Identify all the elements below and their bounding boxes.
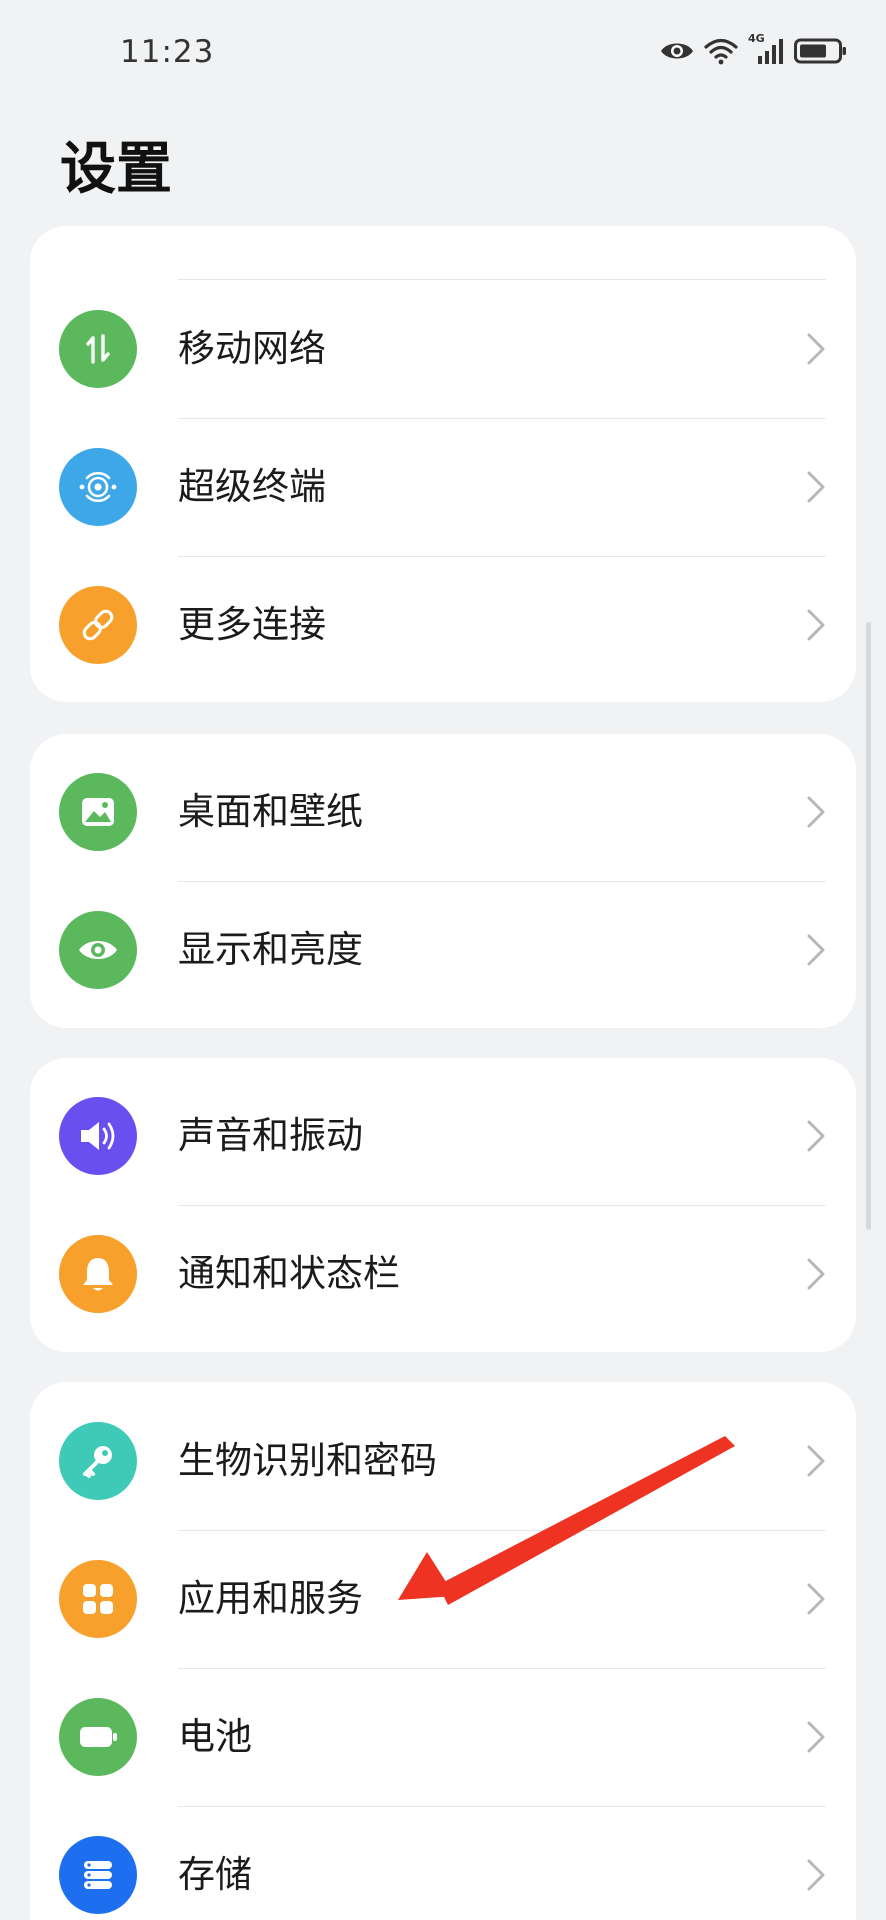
settings-item-storage[interactable]: 存储 — [30, 1806, 856, 1920]
key-icon — [59, 1422, 137, 1500]
chevron-right-icon — [807, 1583, 825, 1615]
settings-item-display-brightness[interactable]: 显示和亮度 — [30, 881, 856, 1019]
battery-icon — [59, 1698, 137, 1776]
settings-item-battery[interactable]: 电池 — [30, 1668, 856, 1806]
page-title: 设置 — [60, 137, 172, 202]
settings-item-label: 显示和亮度 — [178, 928, 363, 971]
status-icons: 4G — [660, 32, 848, 66]
chevron-right-icon — [807, 1120, 825, 1152]
chevron-right-icon — [807, 1721, 825, 1753]
cellular-signal-icon: 4G — [748, 32, 784, 66]
status-bar: 11:23 4G — [0, 0, 886, 110]
apps-icon — [59, 1560, 137, 1638]
settings-list[interactable]: 移动网络 超级终端 更多连接 桌面和壁纸 显示和亮度 声音和振动 通知和状态栏 … — [0, 226, 886, 1920]
battery-icon — [794, 38, 846, 64]
settings-item-label: 存储 — [178, 1853, 252, 1896]
settings-item-desktop-wallpaper[interactable]: 桌面和壁纸 — [30, 743, 856, 881]
settings-item-label: 移动网络 — [178, 327, 326, 370]
link-icon — [59, 586, 137, 664]
settings-item-label: 通知和状态栏 — [178, 1252, 400, 1295]
settings-item-sound-vibration[interactable]: 声音和振动 — [30, 1067, 856, 1205]
scrollbar[interactable] — [866, 622, 871, 1230]
chevron-right-icon — [807, 1445, 825, 1477]
eye-icon — [59, 911, 137, 989]
settings-item-label: 桌面和壁纸 — [178, 790, 363, 833]
chevron-right-icon — [807, 796, 825, 828]
speaker-icon — [59, 1097, 137, 1175]
settings-item-biometrics-password[interactable]: 生物识别和密码 — [30, 1392, 856, 1530]
settings-item-super-device[interactable]: 超级终端 — [30, 418, 856, 556]
storage-icon — [59, 1836, 137, 1914]
settings-card-system: 生物识别和密码 应用和服务 电池 存储 — [30, 1382, 856, 1920]
settings-item-label: 电池 — [178, 1715, 252, 1758]
settings-card-sound: 声音和振动 通知和状态栏 — [30, 1058, 856, 1352]
bell-icon — [59, 1235, 137, 1313]
settings-item-label: 声音和振动 — [178, 1114, 363, 1157]
settings-item-more-connections[interactable]: 更多连接 — [30, 556, 856, 694]
settings-item-bluetooth[interactable] — [30, 226, 856, 250]
chevron-right-icon — [807, 1859, 825, 1891]
settings-card-display: 桌面和壁纸 显示和亮度 — [30, 734, 856, 1028]
mobile-data-icon — [59, 310, 137, 388]
chevron-right-icon — [807, 934, 825, 966]
settings-item-label: 应用和服务 — [178, 1577, 363, 1620]
status-time: 11:23 — [120, 34, 215, 70]
settings-card-connectivity: 移动网络 超级终端 更多连接 — [30, 226, 856, 702]
settings-item-label: 更多连接 — [178, 603, 326, 646]
settings-item-mobile-network[interactable]: 移动网络 — [30, 280, 856, 418]
wifi-icon — [704, 38, 738, 65]
chevron-right-icon — [807, 609, 825, 641]
wallpaper-icon — [59, 773, 137, 851]
settings-item-label: 超级终端 — [178, 465, 326, 508]
chevron-right-icon — [807, 1258, 825, 1290]
settings-item-label: 生物识别和密码 — [178, 1439, 437, 1482]
super-device-icon — [59, 448, 137, 526]
chevron-right-icon — [807, 333, 825, 365]
settings-item-notifications-status-bar[interactable]: 通知和状态栏 — [30, 1205, 856, 1343]
eye-icon — [661, 43, 693, 59]
chevron-right-icon — [807, 471, 825, 503]
settings-item-apps-services[interactable]: 应用和服务 — [30, 1530, 856, 1668]
